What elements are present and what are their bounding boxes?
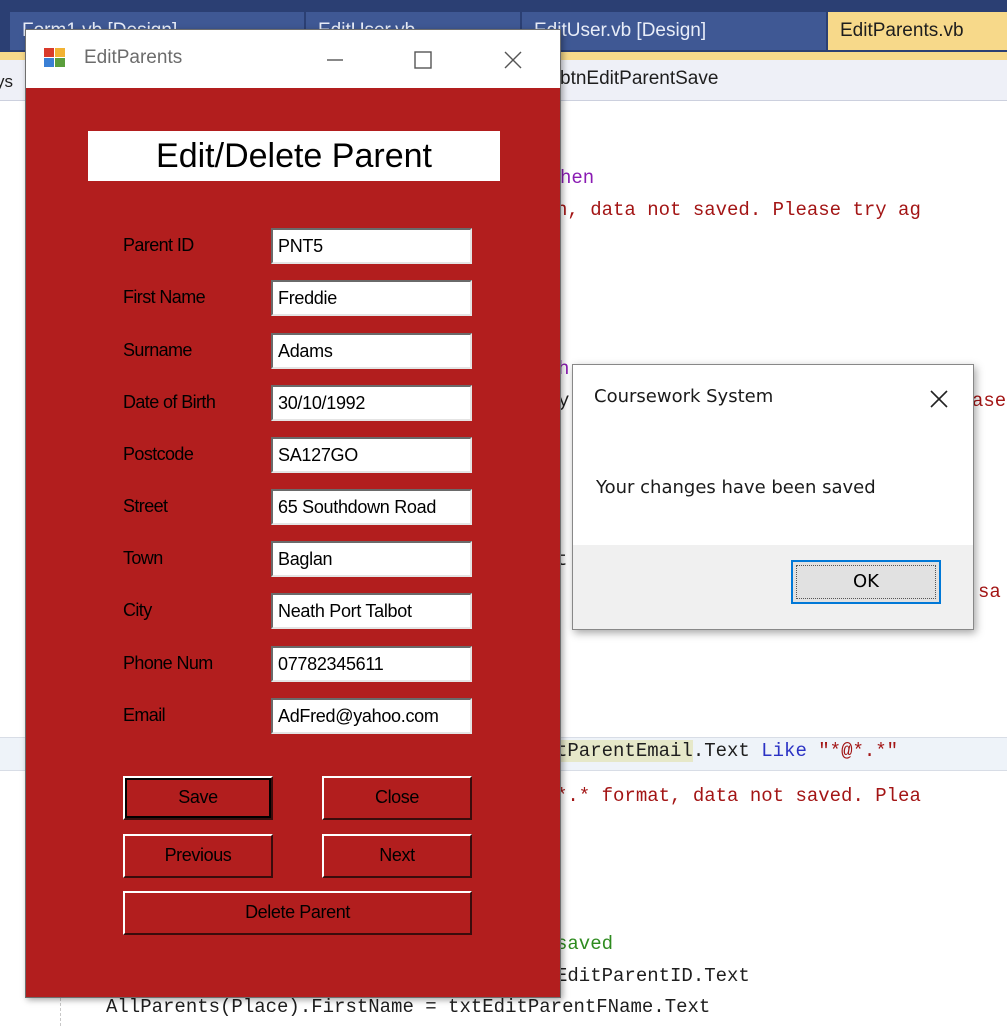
label-city: City	[123, 600, 152, 620]
form-heading: Edit/Delete Parent	[156, 137, 432, 175]
code-line: n, data not saved. Please try ag	[556, 199, 921, 221]
label-parent-id: Parent ID	[123, 235, 194, 255]
city-field[interactable]: Neath Port Talbot	[271, 593, 472, 629]
phone-num-field[interactable]: 07782345611	[271, 646, 472, 682]
first-name-field[interactable]: Freddie	[271, 280, 472, 316]
label-surname: Surname	[123, 340, 192, 360]
code-line: tParentEmail.Text Like "*@*.*"	[556, 740, 898, 762]
label-town: Town	[123, 548, 163, 568]
close-window-button[interactable]	[490, 36, 536, 82]
maximize-button[interactable]	[400, 36, 446, 82]
code-line: saved	[556, 933, 614, 955]
dialog-close-button[interactable]	[921, 379, 957, 415]
close-button[interactable]: Close	[322, 776, 472, 820]
tab-edituser-design[interactable]: EditUser.vb [Design]	[522, 12, 826, 50]
label-postcode: Postcode	[123, 444, 194, 464]
app-icon	[44, 48, 66, 68]
heading-panel: Edit/Delete Parent	[88, 131, 500, 181]
ok-button[interactable]: OK	[791, 560, 941, 604]
code-line: EditParentID.Text	[556, 965, 750, 987]
window-title: EditParents	[84, 47, 183, 68]
class-dropdown[interactable]: ys	[0, 72, 13, 92]
code-keyword: Like	[761, 740, 807, 762]
postcode-field[interactable]: SA127GO	[271, 437, 472, 473]
code-line: hen	[560, 167, 595, 189]
window-titlebar[interactable]: EditParents	[26, 30, 560, 88]
street-field[interactable]: 65 Southdown Road	[271, 489, 472, 525]
date-of-birth-field[interactable]: 30/10/1992	[271, 385, 472, 421]
code-identifier: tParentEmail	[556, 740, 693, 762]
code-text: .Text	[692, 740, 762, 762]
code-line: ase	[972, 390, 1007, 412]
town-field[interactable]: Baglan	[271, 541, 472, 577]
delete-parent-button[interactable]: Delete Parent	[123, 891, 472, 935]
code-line: AllParents(Place).FirstName = txtEditPar…	[106, 996, 711, 1018]
email-field[interactable]: AdFred@yahoo.com	[271, 698, 472, 734]
minimize-icon	[327, 59, 343, 61]
code-line: *.* format, data not saved. Plea	[556, 785, 921, 807]
editparents-window: EditParents Edit/Delete Parent Parent ID…	[25, 29, 561, 998]
label-street: Street	[123, 496, 168, 516]
next-button[interactable]: Next	[322, 834, 472, 878]
code-string: "*@*.*"	[818, 740, 899, 762]
dialog-title: Coursework System	[594, 386, 774, 407]
maximize-icon	[414, 51, 432, 69]
label-phone-num: Phone Num	[123, 653, 213, 673]
dialog-message: Your changes have been saved	[596, 477, 876, 498]
label-date-of-birth: Date of Birth	[123, 392, 216, 412]
close-icon	[504, 51, 522, 69]
method-dropdown[interactable]: btnEditParentSave	[560, 68, 718, 90]
parent-id-field[interactable]: PNT5	[271, 228, 472, 264]
previous-button[interactable]: Previous	[123, 834, 273, 878]
minimize-button[interactable]	[312, 36, 358, 82]
surname-field[interactable]: Adams	[271, 333, 472, 369]
label-first-name: First Name	[123, 287, 206, 307]
label-email: Email	[123, 705, 166, 725]
dialog-footer: OK	[573, 545, 973, 629]
close-icon	[930, 390, 948, 408]
tab-editparents-code[interactable]: EditParents.vb	[828, 12, 1007, 50]
message-box-dialog: Coursework System Your changes have been…	[572, 364, 974, 630]
code-line: sa	[978, 581, 1001, 603]
save-button[interactable]: Save	[123, 776, 273, 820]
